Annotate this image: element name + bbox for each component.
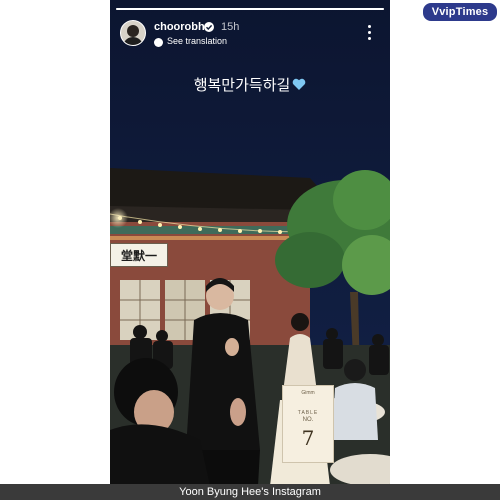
more-options-icon[interactable]	[362, 24, 378, 42]
table-card-logo-text: Gimm	[301, 390, 315, 396]
signboard-text: 堂默一	[120, 249, 157, 263]
table-card-number: 7	[301, 426, 315, 450]
table-number-card: Gimm TABLE NO. 7	[282, 385, 334, 463]
blue-heart-icon	[292, 77, 306, 95]
verified-badge-icon	[204, 22, 214, 32]
story-caption: 행복만가득하길	[110, 74, 390, 95]
see-translation-link[interactable]: See translation	[167, 36, 227, 46]
story-header: choorobh 15h See translation	[110, 18, 390, 52]
hanok-signboard: 堂默一	[110, 243, 168, 267]
story-progress-bar	[116, 8, 384, 10]
username-label[interactable]: choorobh	[154, 21, 205, 33]
photo-credit-text: Yoon Byung Hee's Instagram	[179, 486, 321, 498]
profile-avatar[interactable]	[120, 20, 146, 46]
vviptimes-logo: VvipTimes	[423, 3, 497, 21]
table-card-label: TABLE	[297, 410, 319, 416]
table-card-no: NO.	[302, 417, 314, 423]
caption-text: 행복만가득하길	[193, 76, 291, 94]
post-time: 15h	[221, 21, 240, 33]
instagram-story: choorobh 15h See translation 행복만가득하길 堂默一…	[110, 0, 390, 486]
photo-credit-bar: Yoon Byung Hee's Instagram	[0, 484, 500, 500]
translate-icon[interactable]	[154, 38, 163, 47]
